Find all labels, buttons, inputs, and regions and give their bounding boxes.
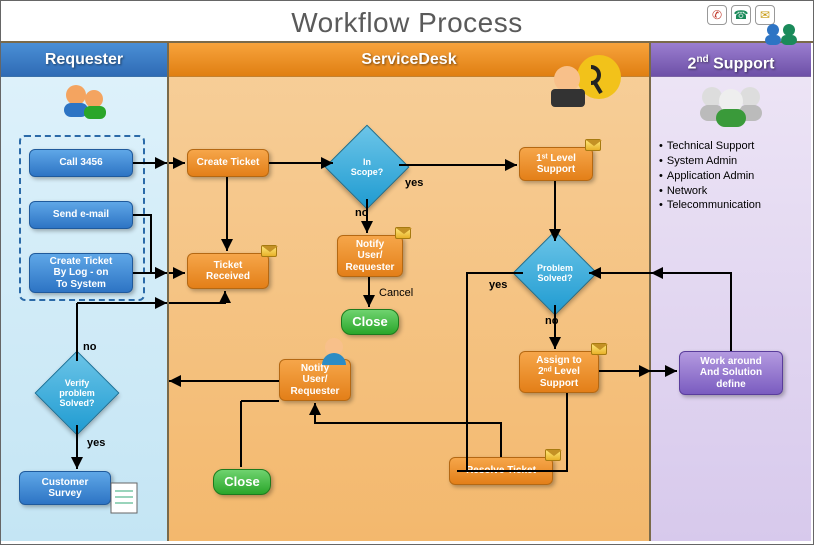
label-cancel: Cancel <box>379 287 413 299</box>
in-scope-decision: In Scope? <box>325 125 410 210</box>
ticket-received-box: Ticket Received <box>187 253 269 289</box>
label-yes-solved: yes <box>489 279 507 291</box>
notify-user-1-box: Notify User/ Requester <box>337 235 403 277</box>
problem-solved-decision: Problem Solved? <box>513 231 598 316</box>
phone2-icon: ☎ <box>731 5 751 25</box>
label-no-1: no <box>83 341 96 353</box>
first-level-support-box: 1ˢᵗ Level Support <box>519 147 593 181</box>
phone-icon: ✆ <box>707 5 727 25</box>
call-box: Call 3456 <box>29 149 133 177</box>
create-ticket-box: Create Ticket <box>187 149 269 177</box>
label-no-scope: no <box>355 207 368 219</box>
survey-document-icon <box>105 477 145 517</box>
page-title: Workflow Process <box>1 1 813 41</box>
swimlanes: Requester Call 3456 Send e-mail Create T… <box>1 41 813 541</box>
requester-avatar <box>1 77 167 128</box>
support-team-icon <box>651 77 811 136</box>
create-ticket-login-box: Create Ticket By Log - on To System <box>29 253 133 293</box>
close-1-box: Close <box>341 309 399 335</box>
mini-people-icon <box>761 21 801 49</box>
support-disciplines-list: Technical Support System Admin Applicati… <box>659 139 761 213</box>
workaround-solution-box: Work around And Solution define <box>679 351 783 395</box>
mail-icon-notify1 <box>395 227 411 239</box>
close-2-box: Close <box>213 469 271 495</box>
mail-icon-resolve <box>545 449 561 461</box>
resolve-ticket-box: Resolve Ticket <box>449 457 553 485</box>
assign-2nd-level-box: Assign to 2ⁿᵈ Level Support <box>519 351 599 393</box>
label-no-solved: no <box>545 315 558 327</box>
label-yes-scope: yes <box>405 177 423 189</box>
lane-requester: Requester Call 3456 Send e-mail Create T… <box>1 43 169 541</box>
servicedesk-hero-icon <box>545 49 629 118</box>
send-email-box: Send e-mail <box>29 201 133 229</box>
mail-icon-assign <box>591 343 607 355</box>
mail-icon-first-level <box>585 139 601 151</box>
lane-support: 2nd Support Technical Support System Adm… <box>651 43 811 541</box>
agent-icon <box>317 335 351 369</box>
verify-solved-decision: Verify problem Solved? <box>35 351 120 436</box>
lane-header-requester: Requester <box>1 43 167 77</box>
label-yes-1: yes <box>87 437 105 449</box>
customer-survey-box: Customer Survey <box>19 471 111 505</box>
mail-icon-ticket-received <box>261 245 277 257</box>
lane-servicedesk: ServiceDesk Create Ticket In Scope? yes … <box>169 43 651 541</box>
